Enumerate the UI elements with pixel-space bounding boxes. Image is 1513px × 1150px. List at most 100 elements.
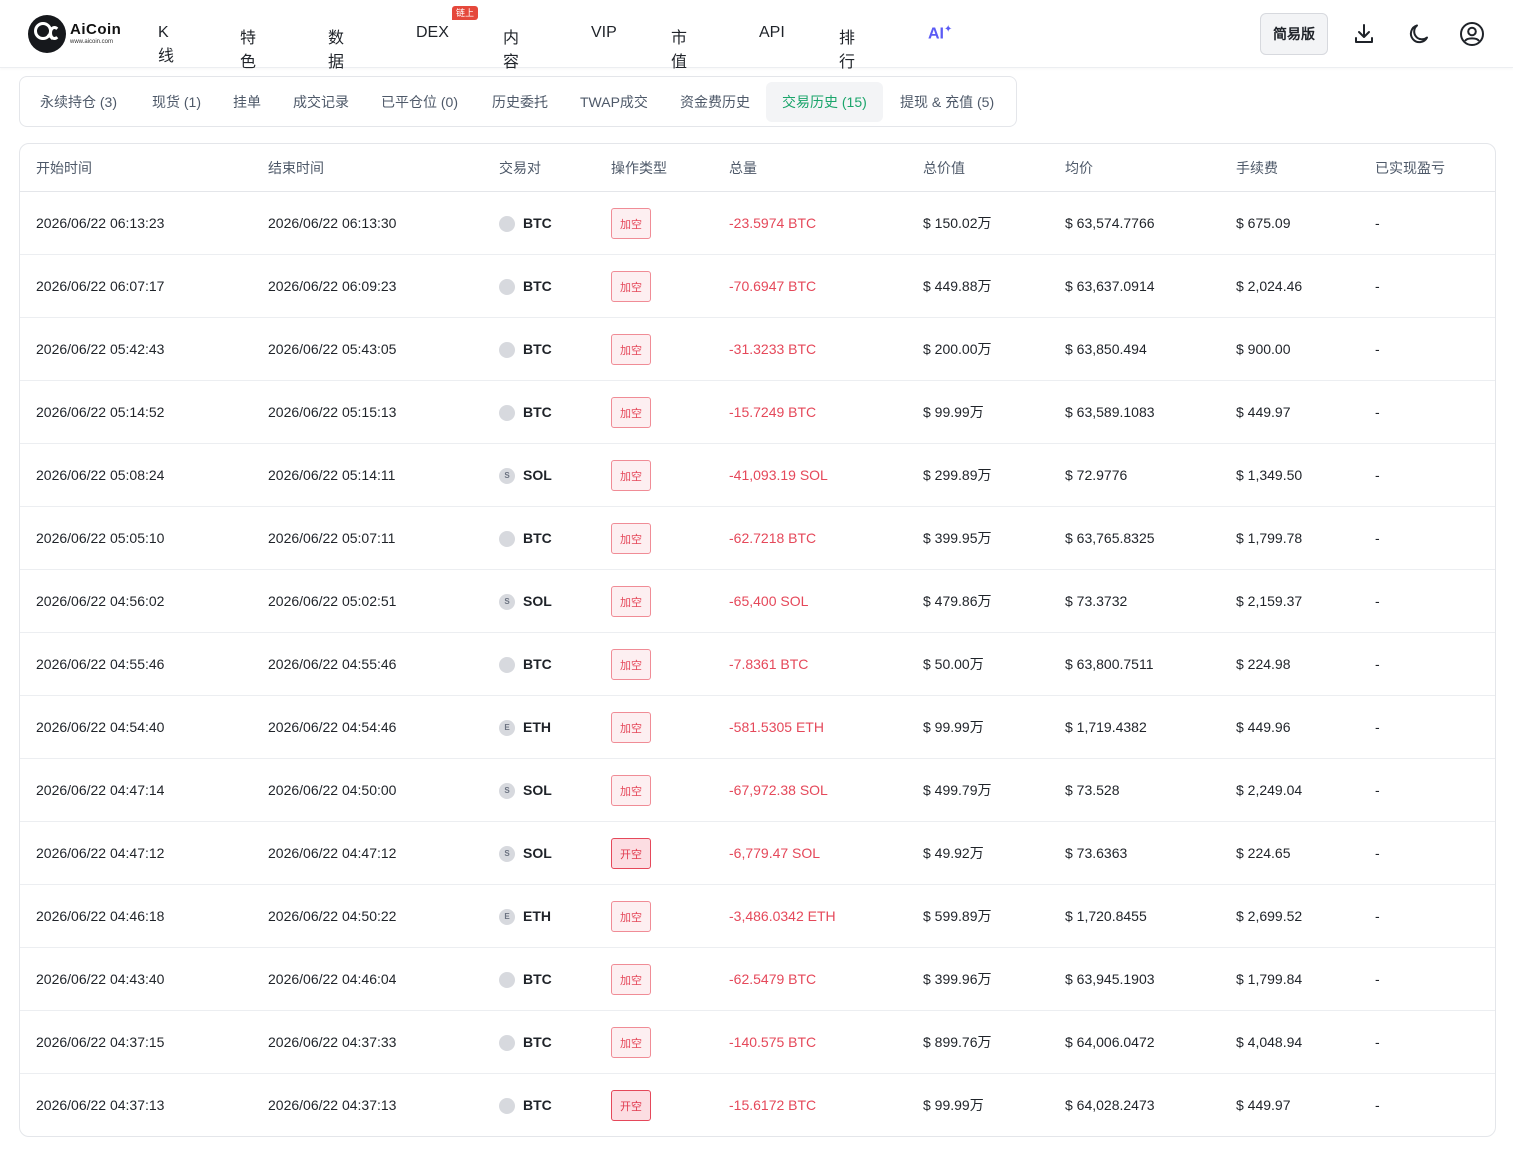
cell-end-time: 2026/06/22 05:15:13 (268, 404, 397, 420)
cell-pair[interactable]: S SOL (499, 759, 552, 822)
cell-start-time: 2026/06/22 04:56:02 (36, 593, 165, 609)
cell-pair[interactable]: BTC (499, 318, 552, 381)
tab-twap-fills[interactable]: TWAP成交 (580, 82, 648, 122)
coin-name: SOL (523, 845, 552, 861)
nav-item-market-cap[interactable]: 市值 (671, 24, 687, 72)
cell-pair[interactable]: S SOL (499, 570, 552, 633)
cell-pair[interactable]: BTC (499, 255, 552, 318)
nav-item-features[interactable]: 特色 (240, 24, 256, 72)
coin-name: BTC (523, 341, 552, 357)
cell-pair[interactable]: BTC (499, 1011, 552, 1074)
coin-name: BTC (523, 530, 552, 546)
coin-name: BTC (523, 404, 552, 420)
cell-end-time: 2026/06/22 05:43:05 (268, 341, 397, 357)
cell-pair[interactable]: S SOL (499, 444, 552, 507)
col-fee: 手续费 (1236, 160, 1278, 176)
cell-amount: -67,972.38 SOL (729, 782, 828, 798)
cell-realized-pnl: - (1375, 215, 1380, 231)
cell-amount: -140.575 BTC (729, 1034, 817, 1050)
coin-icon (499, 971, 515, 988)
op-type-tag: 开空 (611, 838, 651, 869)
top-navbar: AiCoin www.aicoin.com K线 特色 数据 DEX 链上 内容 … (0, 0, 1513, 71)
table-row: 2026/06/22 04:37:15 2026/06/22 04:37:33 BT… (20, 1011, 1495, 1074)
cell-total-value: $ 449.88万 (923, 278, 992, 294)
coin-icon: S (499, 467, 515, 484)
cell-end-time: 2026/06/22 04:37:13 (268, 1097, 397, 1113)
cell-realized-pnl: - (1375, 341, 1380, 357)
cell-fee: $ 2,699.52 (1236, 908, 1303, 924)
tab-fills[interactable]: 成交记录 (293, 82, 349, 122)
cell-pair[interactable]: BTC (499, 192, 552, 255)
cell-fee: $ 675.09 (1236, 215, 1291, 231)
nav-item-kline[interactable]: K线 (158, 24, 174, 66)
nav-item-data[interactable]: 数据 (328, 24, 344, 72)
op-type-tag: 加空 (611, 586, 651, 617)
account-tabs: 永续持仓 (3) 现货 (1) 挂单 成交记录 已平仓位 (0) 历史委托 TW… (19, 76, 1017, 127)
nav-item-ranking[interactable]: 排行 (839, 24, 855, 72)
cell-end-time: 2026/06/22 04:46:04 (268, 971, 397, 987)
tab-spot[interactable]: 现货 (1) (152, 82, 201, 122)
nav-item-vip[interactable]: VIP (591, 24, 617, 42)
tab-withdraw-deposit[interactable]: 提现 & 充值 (5) (900, 82, 994, 122)
nav-item-api[interactable]: API (759, 24, 785, 42)
nav-item-dex[interactable]: DEX 链上 (416, 6, 479, 42)
cell-pair[interactable]: E ETH (499, 885, 551, 948)
col-op-type: 操作类型 (611, 160, 667, 176)
onchain-badge: 链上 (452, 6, 479, 20)
cell-realized-pnl: - (1375, 1097, 1380, 1113)
cell-pair[interactable]: BTC (499, 633, 552, 696)
cell-pair[interactable]: BTC (499, 381, 552, 444)
cell-fee: $ 224.98 (1236, 656, 1291, 672)
col-avg-price: 均价 (1065, 160, 1093, 176)
cell-pair[interactable]: BTC (499, 948, 552, 1011)
tab-perp-positions[interactable]: 永续持仓 (3) (40, 82, 117, 122)
tab-funding-history[interactable]: 资金费历史 (680, 82, 750, 122)
nav-item-content[interactable]: 内容 (503, 24, 519, 72)
coin-icon (499, 1097, 515, 1114)
cell-end-time: 2026/06/22 04:50:22 (268, 908, 397, 924)
coin-name: ETH (523, 908, 551, 924)
cell-avg-price: $ 73.528 (1065, 782, 1120, 798)
cell-start-time: 2026/06/22 05:14:52 (36, 404, 165, 420)
col-realized-pnl: 已实现盈亏 (1375, 160, 1445, 176)
cell-pair[interactable]: BTC (499, 507, 552, 570)
cell-start-time: 2026/06/22 06:13:23 (36, 215, 165, 231)
tab-closed-positions[interactable]: 已平仓位 (0) (381, 82, 458, 122)
tab-open-orders[interactable]: 挂单 (233, 82, 261, 122)
aicoin-logo[interactable]: AiCoin www.aicoin.com (28, 15, 121, 53)
moon-icon[interactable] (1407, 21, 1433, 47)
coin-icon: E (499, 719, 515, 736)
cell-pair[interactable]: BTC (499, 1074, 552, 1136)
cell-end-time: 2026/06/22 05:14:11 (268, 467, 396, 483)
coin-icon (499, 1034, 515, 1051)
cell-end-time: 2026/06/22 04:47:12 (268, 845, 397, 861)
col-pair: 交易对 (499, 160, 541, 176)
cell-pair[interactable]: S SOL (499, 822, 552, 885)
nav-item-ai[interactable]: AI✦ (928, 24, 952, 43)
cell-total-value: $ 499.79万 (923, 782, 992, 798)
cell-amount: -15.6172 BTC (729, 1097, 817, 1113)
table-row: 2026/06/22 04:47:14 2026/06/22 04:50:00 S S… (20, 759, 1495, 822)
cell-avg-price: $ 63,800.7511 (1065, 656, 1154, 672)
download-icon[interactable] (1351, 21, 1377, 47)
tab-order-history[interactable]: 历史委托 (492, 82, 548, 122)
cell-fee: $ 1,349.50 (1236, 467, 1303, 483)
coin-icon: S (499, 593, 515, 610)
table-row: 2026/06/22 06:13:23 2026/06/22 06:13:30 BT… (20, 192, 1495, 255)
simple-mode-button[interactable]: 简易版 (1260, 13, 1328, 55)
tab-trade-history[interactable]: 交易历史 (15) (766, 82, 883, 122)
cell-end-time: 2026/06/22 04:50:00 (268, 782, 397, 798)
coin-icon (499, 341, 515, 358)
table-row: 2026/06/22 05:14:52 2026/06/22 05:15:13 BT… (20, 381, 1495, 444)
cell-amount: -23.5974 BTC (729, 215, 817, 231)
cell-realized-pnl: - (1375, 404, 1380, 420)
cell-realized-pnl: - (1375, 782, 1380, 798)
table-row: 2026/06/22 05:05:10 2026/06/22 05:07:11 BT… (20, 507, 1495, 570)
cell-fee: $ 4,048.94 (1236, 1034, 1303, 1050)
cell-end-time: 2026/06/22 06:09:23 (268, 278, 397, 294)
coin-icon: S (499, 782, 515, 799)
user-icon[interactable] (1459, 21, 1485, 47)
cell-pair[interactable]: E ETH (499, 696, 551, 759)
cell-fee: $ 449.97 (1236, 404, 1291, 420)
cell-amount: -7.8361 BTC (729, 656, 809, 672)
